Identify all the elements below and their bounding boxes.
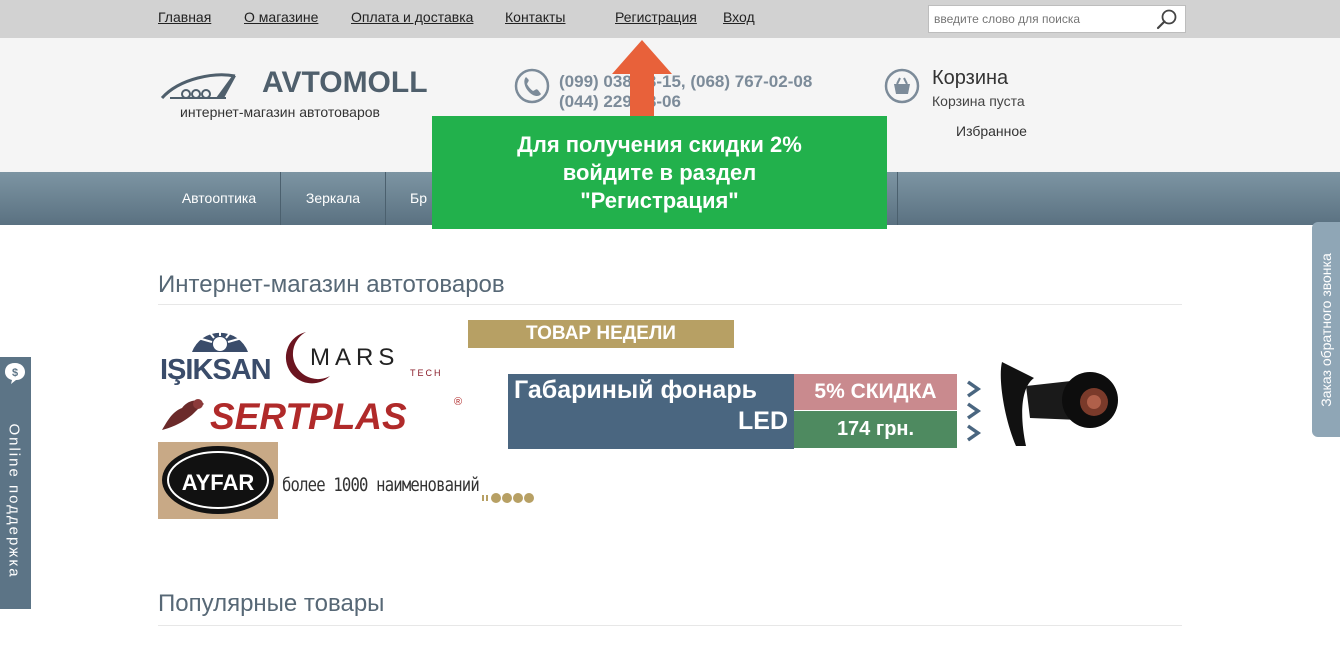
nav-item-autooptics[interactable]: Автооптика [158, 172, 281, 225]
logo-subtitle: интернет-магазин автотоваров [180, 104, 380, 120]
promo-line2: войдите в раздел [562, 160, 757, 185]
phone-numbers-line1[interactable]: (099) 038-23-15, (068) 767-02-08 [559, 72, 812, 92]
search-box [928, 5, 1186, 33]
support-label: Online поддержка [5, 423, 23, 579]
divider [158, 625, 1182, 626]
logo-text: AVTOMOLL [262, 66, 428, 99]
svg-text:$: $ [12, 367, 18, 379]
nav-item-mirrors[interactable]: Зеркала [281, 172, 386, 225]
basket-icon[interactable] [884, 68, 920, 104]
ayfar-logo: AYFAR [158, 442, 278, 519]
registration-discount-popup[interactable]: Для получения скидки 2% войдите в раздел… [432, 116, 887, 229]
promo-banner[interactable]: IŞIKSAN MARS TECH SERTPLAS ® AYFAR более… [158, 318, 1148, 523]
sertplas-text: SERTPLAS [210, 396, 407, 437]
product-of-week-label: ТОВАР НЕДЕЛИ [468, 320, 734, 348]
slider-dots-icon[interactable] [482, 492, 542, 504]
isiksan-text: IŞIKSAN [160, 354, 272, 386]
nav-link-home[interactable]: Главная [158, 9, 211, 25]
mars-sub: TECH [410, 368, 443, 378]
nav-link-payment-delivery[interactable]: Оплата и доставка [351, 9, 473, 25]
assortment-text: более 1000 наименований [282, 474, 480, 496]
nav-link-about[interactable]: О магазине [244, 9, 318, 25]
ayfar-text: AYFAR [181, 470, 255, 495]
phone-icon [514, 68, 550, 104]
mars-text: MARS [310, 344, 400, 371]
popular-products-title: Популярные товары [158, 590, 385, 617]
product-name-line1: Габариный фонарь [514, 376, 757, 404]
divider [158, 304, 1182, 305]
nav-link-login[interactable]: Вход [723, 9, 755, 25]
marker-lamp-image [1000, 362, 1118, 446]
arrow-up-icon [612, 40, 672, 118]
sertplas-logo: SERTPLAS ® [158, 390, 468, 440]
mars-logo: MARS TECH [282, 328, 454, 388]
discount-badge: 5% СКИДКА [794, 374, 957, 410]
lion-icon [162, 399, 204, 430]
favorites-link[interactable]: Избранное [956, 123, 1027, 139]
nav-link-register[interactable]: Регистрация [615, 9, 697, 25]
price-badge: 174 грн. [794, 411, 957, 448]
search-icon[interactable] [1155, 8, 1179, 32]
chat-bubble-icon: $ [5, 363, 25, 384]
promo-line3: "Регистрация" [580, 188, 739, 213]
top-bar: Главная О магазине Оплата и доставка Кон… [0, 0, 1340, 38]
cart-status: Корзина пуста [932, 93, 1025, 109]
promo-line1: Для получения скидки 2% [517, 132, 802, 157]
registered-mark-icon: ® [454, 396, 463, 408]
callback-label: Заказ обратного звонка [1318, 253, 1334, 407]
cart-title[interactable]: Корзина [932, 67, 1008, 90]
online-support-tab[interactable]: $ Online поддержка [0, 357, 31, 609]
product-name-box: Габариный фонарь LED [508, 374, 794, 449]
search-input[interactable] [929, 6, 1149, 32]
isiksan-logo: IŞIKSAN [158, 318, 282, 390]
car-logo-icon [160, 73, 236, 100]
nav-link-contacts[interactable]: Контакты [505, 9, 565, 25]
callback-request-tab[interactable]: Заказ обратного звонка [1312, 222, 1340, 437]
isiksan-emblem-icon [192, 322, 248, 352]
chevron-right-icon [966, 380, 982, 442]
nav-divider [897, 172, 898, 225]
product-name-line2: LED [738, 407, 788, 435]
page-title: Интернет-магазин автотоваров [158, 271, 505, 298]
